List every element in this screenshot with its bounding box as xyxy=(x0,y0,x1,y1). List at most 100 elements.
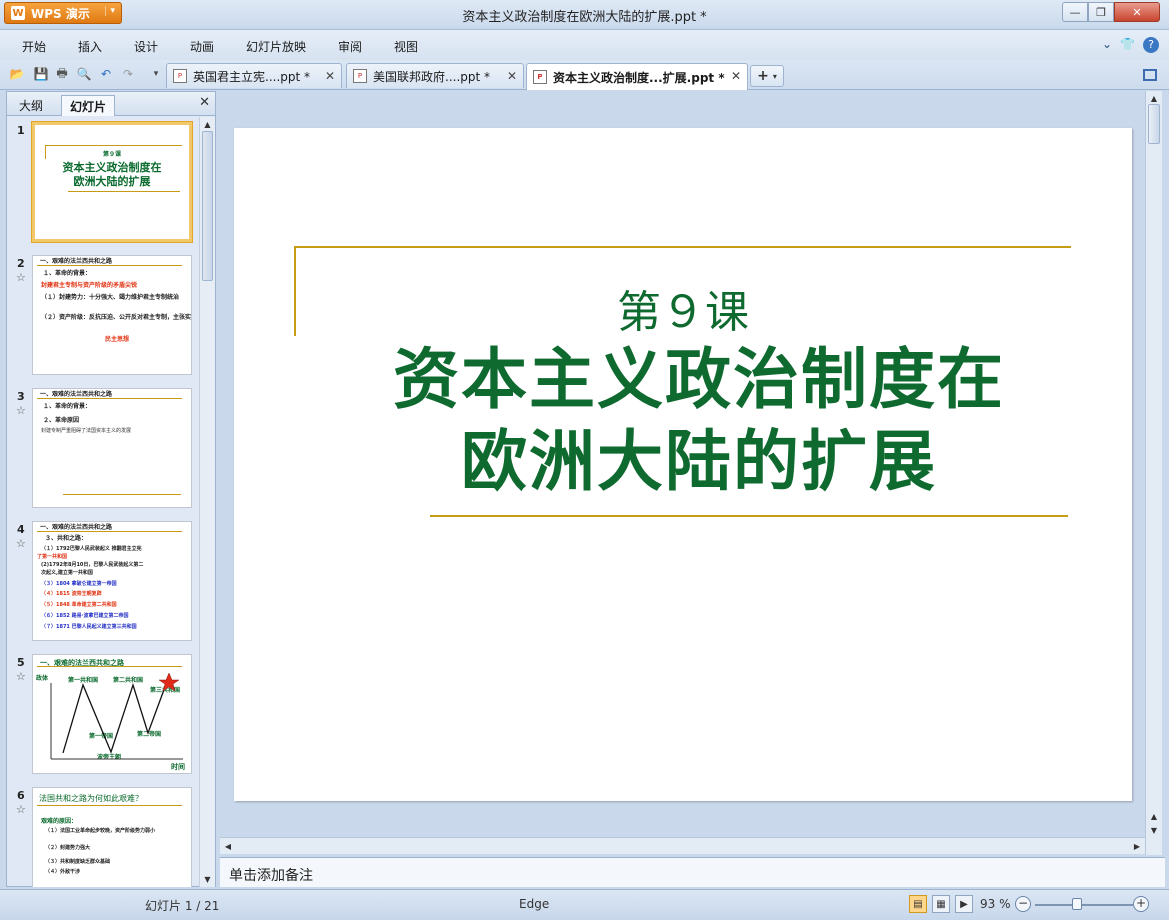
slide-number: 6 xyxy=(17,789,25,802)
thumb-text: ３、共和之路： xyxy=(45,535,88,542)
menu-bar: 开始 插入 设计 动画 幻灯片放映 审阅 视图 ⌄ 👕 ? xyxy=(0,30,1169,60)
scroll-up-icon[interactable]: ▲ xyxy=(1146,809,1162,823)
title-bar: W WPS 演示 ▾ 资本主义政治制度在欧洲大陆的扩展.ppt * — ❐ ✕ xyxy=(0,0,1169,30)
tab-outline[interactable]: 大纲 xyxy=(11,95,51,116)
ppt-file-icon: P xyxy=(173,69,187,83)
gold-rule xyxy=(63,494,181,495)
maximize-button[interactable]: ❐ xyxy=(1088,2,1114,22)
theme-name: Edge xyxy=(519,897,550,911)
document-tab-active[interactable]: P 资本主义政治制度...扩展.ppt * ✕ xyxy=(526,63,748,90)
thumb-text: 了第一共和国 xyxy=(37,554,68,560)
thumb-text: （４）外敌干涉 xyxy=(45,869,81,875)
scroll-left-icon[interactable]: ◀ xyxy=(221,839,235,854)
slide-thumbnail[interactable]: 一、艰难的法兰西共和之路 ３、共和之路： （１）1792巴黎人民武装起义 推翻君… xyxy=(32,521,192,641)
slide-thumbnail[interactable]: 一、艰难的法兰西共和之路 １、革命的背景： ２、革命原因 封建专制严重阻碍了法国… xyxy=(32,388,192,508)
redo-icon[interactable]: ↷ xyxy=(120,66,136,82)
print-icon[interactable]: 🖶 xyxy=(54,66,70,82)
slideshow-icon[interactable]: ▶ xyxy=(955,895,973,913)
slide-title-line1: 资本主义政治制度在 xyxy=(393,340,1005,418)
thumb-text: 艰难的原因： xyxy=(41,818,78,825)
thumb-text: 封建君主专制与资产阶级的矛盾尖锐 xyxy=(41,282,138,289)
tab-close-icon[interactable]: ✕ xyxy=(731,69,741,83)
document-tab[interactable]: P 美国联邦政府....ppt * ✕ xyxy=(346,63,524,88)
gold-rule xyxy=(37,805,182,806)
undo-icon[interactable]: ↶ xyxy=(98,66,114,82)
animation-star-icon: ☆ xyxy=(16,271,26,284)
menu-review[interactable]: 审阅 xyxy=(338,38,362,55)
editor-horizontal-scrollbar[interactable]: ◀ ▶ xyxy=(220,837,1145,854)
slides-pane: 大纲 幻灯片 ✕ 1 第９课 资本主义政治制度在 欧洲大陆的扩展 2 ☆ 一、艰… xyxy=(6,91,216,887)
scroll-down-icon[interactable]: ▼ xyxy=(1146,823,1162,837)
thumb-text: ２、革命原因 xyxy=(43,417,80,424)
window-layout-icon[interactable] xyxy=(1143,69,1157,81)
slide-number: 5 xyxy=(17,656,25,669)
thumb-text: （１）封建势力：十分强大、竭力维护君主专制统治 xyxy=(41,294,180,301)
close-window-button[interactable]: ✕ xyxy=(1114,2,1160,22)
thumb-text: 一、艰难的法兰西共和之路 xyxy=(40,258,113,265)
slide-thumbnail[interactable]: 第９课 资本主义政治制度在 欧洲大陆的扩展 xyxy=(32,122,192,242)
thumb-text: （６）1852 路易·波拿巴建立第二帝国 xyxy=(41,613,129,619)
minimize-button[interactable]: — xyxy=(1062,2,1088,22)
help-icon[interactable]: ? xyxy=(1143,37,1159,53)
slide-thumbnail[interactable]: 一、艰难的法兰西共和之路 政体 第一共和国 第二共和国 第三共和国 第一帝国 第… xyxy=(32,654,192,774)
menu-slideshow[interactable]: 幻灯片放映 xyxy=(246,38,306,55)
skin-icon[interactable]: 👕 xyxy=(1120,37,1135,53)
menu-view[interactable]: 视图 xyxy=(394,38,418,55)
toolbar-more-icon[interactable]: ▾ xyxy=(148,66,164,82)
window-title: 资本主义政治制度在欧洲大陆的扩展.ppt * xyxy=(462,10,707,25)
scrollbar-thumb[interactable] xyxy=(1148,104,1160,144)
slide-thumbnail[interactable]: 法国共和之路为何如此艰难？ 艰难的原因： （１）法国工业革命起步较晚，资产阶级势… xyxy=(32,787,192,887)
normal-view-icon[interactable]: ▤ xyxy=(909,895,927,913)
slide-number: 2 xyxy=(17,257,25,270)
zoom-out-icon[interactable]: − xyxy=(1015,896,1031,912)
tab-label: 英国君主立宪....ppt * xyxy=(193,69,311,84)
thumb-text: （２）封建势力强大 xyxy=(45,845,91,851)
menu-home[interactable]: 开始 xyxy=(22,38,46,55)
zoom-in-icon[interactable]: + xyxy=(1133,896,1149,912)
print-preview-icon[interactable]: 🔍 xyxy=(76,66,92,82)
tab-close-icon[interactable]: ✕ xyxy=(507,69,517,83)
document-tab[interactable]: P 英国君主立宪....ppt * ✕ xyxy=(166,63,342,88)
tab-slides[interactable]: 幻灯片 xyxy=(61,95,116,116)
new-tab-button[interactable]: + ▾ xyxy=(750,65,784,87)
slide-sorter-icon[interactable]: ▦ xyxy=(932,895,950,913)
thumb-text: 一、艰难的法兰西共和之路 xyxy=(40,391,113,398)
status-bar: 幻灯片 1 / 21 Edge ▤ ▦ ▶ 93 % − + xyxy=(0,889,1169,920)
scroll-up-icon[interactable]: ▲ xyxy=(200,117,215,132)
slide-title[interactable]: 资本主义政治制度在 欧洲大陆的扩展 xyxy=(234,338,1164,502)
slide-canvas[interactable]: 第９课 资本主义政治制度在 欧洲大陆的扩展 xyxy=(234,128,1132,801)
thumb-text: 民主思想 xyxy=(105,336,130,343)
open-folder-icon[interactable]: 📂 xyxy=(9,66,25,82)
scroll-up-icon[interactable]: ▲ xyxy=(1146,91,1162,105)
scroll-right-icon[interactable]: ▶ xyxy=(1130,839,1144,854)
chevron-down-icon[interactable]: ⌄ xyxy=(1102,37,1112,53)
scrollbar-thumb[interactable] xyxy=(202,131,213,281)
thumb-text: （４）1815 波旁王朝复辟 xyxy=(41,591,102,597)
animation-star-icon: ☆ xyxy=(16,404,26,417)
slides-pane-tabs: 大纲 幻灯片 ✕ xyxy=(7,92,215,116)
menu-design[interactable]: 设计 xyxy=(134,38,158,55)
thumb-text: （２）资产阶级：反抗压迫、公开反对君主专制，主张实行共和 xyxy=(41,314,192,321)
slide-thumbnail[interactable]: 一、艰难的法兰西共和之路 １、革命的背景： 封建君主专制与资产阶级的矛盾尖锐 （… xyxy=(32,255,192,375)
thumb-text: １、革命的背景： xyxy=(43,270,92,277)
thumb-text: 资本主义政治制度在 xyxy=(62,161,162,174)
thumbnail-list: 1 第９课 资本主义政治制度在 欧洲大陆的扩展 2 ☆ 一、艰难的法兰西共和之路… xyxy=(7,117,200,887)
notes-area[interactable]: 单击添加备注 xyxy=(220,857,1165,887)
chevron-down-icon[interactable]: ▾ xyxy=(773,72,777,81)
zoom-slider-thumb[interactable] xyxy=(1072,898,1082,910)
zoom-slider-track[interactable] xyxy=(1035,904,1133,906)
thumb-text: 欧洲大陆的扩展 xyxy=(73,175,151,188)
lesson-number[interactable]: 第９课 xyxy=(234,276,1132,340)
slide-number: 3 xyxy=(17,390,25,403)
menu-insert[interactable]: 插入 xyxy=(78,38,102,55)
slide-title-line2: 欧洲大陆的扩展 xyxy=(461,422,937,500)
thumb-text: 法国共和之路为何如此艰难？ xyxy=(39,794,143,803)
thumb-text: 一、艰难的法兰西共和之路 xyxy=(40,524,113,531)
editor-vertical-scrollbar[interactable]: ▲ ▲ ▼ xyxy=(1145,91,1162,855)
menu-animation[interactable]: 动画 xyxy=(190,38,214,55)
save-icon[interactable]: 💾 xyxy=(33,66,49,82)
slides-pane-scrollbar[interactable]: ▲ ▼ xyxy=(199,117,215,887)
tab-close-icon[interactable]: ✕ xyxy=(325,69,335,83)
scroll-down-icon[interactable]: ▼ xyxy=(200,872,215,887)
close-pane-icon[interactable]: ✕ xyxy=(199,95,210,110)
